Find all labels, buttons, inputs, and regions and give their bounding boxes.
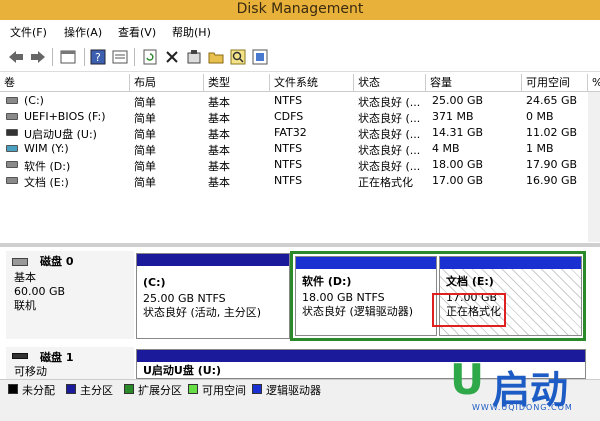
legend-swatch-extended <box>124 384 134 394</box>
disk-icon <box>12 258 28 266</box>
logo-url: WWW.UQIDONG.COM <box>472 403 573 412</box>
disk-0-label[interactable]: 磁盘 0 基本 60.00 GB 联机 <box>6 251 134 339</box>
menu-file[interactable]: 文件(F) <box>10 24 47 40</box>
column-status[interactable]: 状态 <box>354 74 426 92</box>
column-volume[interactable]: 卷 <box>0 74 130 92</box>
drive-icon <box>6 161 18 168</box>
drive-icon <box>6 97 18 104</box>
column-filesystem[interactable]: 文件系统 <box>270 74 354 92</box>
table-row[interactable]: (C:) 简单 基本 NTFS 状态良好 (... 25.00 GB 24.65… <box>0 93 600 109</box>
legend-unallocated: 未分配 <box>22 384 55 397</box>
legend-primary: 主分区 <box>80 384 113 397</box>
legend-swatch-unallocated <box>8 384 18 394</box>
highlight-box <box>432 293 506 327</box>
back-arrow-icon[interactable] <box>6 47 26 67</box>
properties-icon[interactable] <box>110 47 130 67</box>
partition-c[interactable]: (C:) 25.00 GB NTFS 状态良好 (活动, 主分区) <box>136 253 290 339</box>
cd-drive-icon <box>6 113 18 120</box>
column-capacity[interactable]: 容量 <box>426 74 522 92</box>
disk-0-name: 磁盘 0 <box>40 255 74 268</box>
legend-logical: 逻辑驱动器 <box>266 384 321 397</box>
disk-1-name: 磁盘 1 <box>40 351 74 364</box>
table-row[interactable]: WIM (Y:) 简单 基本 NTFS 状态良好 (... 4 MB 1 MB … <box>0 141 600 157</box>
menu-help[interactable]: 帮助(H) <box>172 24 211 40</box>
menu-action[interactable]: 操作(A) <box>64 24 102 40</box>
export-icon[interactable] <box>250 47 270 67</box>
toolbar: ? <box>0 42 600 72</box>
disk-1-label[interactable]: 磁盘 1 可移动 <box>6 347 134 379</box>
legend-extended: 扩展分区 <box>138 384 182 397</box>
disk-0-type: 基本 <box>14 271 36 284</box>
open-icon[interactable] <box>206 47 226 67</box>
menu-bar: 文件(F) 操作(A) 查看(V) 帮助(H) <box>0 20 600 42</box>
column-layout[interactable]: 布局 <box>130 74 204 92</box>
partition-d[interactable]: 软件 (D:) 18.00 GB NTFS 状态良好 (逻辑驱动器) <box>295 256 437 336</box>
delete-icon[interactable] <box>162 47 182 67</box>
column-free-space[interactable]: 可用空间 <box>522 74 588 92</box>
window-title: Disk Management <box>236 1 364 17</box>
svg-text:?: ? <box>95 51 101 64</box>
disk-0-state: 联机 <box>14 299 36 312</box>
search-icon[interactable] <box>228 47 248 67</box>
volume-list-scrollbar[interactable] <box>588 92 600 242</box>
drive-icon <box>6 145 18 152</box>
help-icon[interactable]: ? <box>88 47 108 67</box>
refresh-icon[interactable] <box>140 47 160 67</box>
volume-list: (C:) 简单 基本 NTFS 状态良好 (... 25.00 GB 24.65… <box>0 92 600 242</box>
legend-free: 可用空间 <box>202 384 246 397</box>
wizard-icon[interactable] <box>184 47 204 67</box>
column-percent[interactable]: % <box>588 74 600 92</box>
watermark-logo: U 启动 WWW.UQIDONG.COM <box>450 355 600 421</box>
title-bar: Disk Management <box>0 0 600 20</box>
forward-arrow-icon[interactable] <box>28 47 48 67</box>
removable-disk-icon <box>12 353 28 359</box>
console-icon[interactable] <box>58 47 78 67</box>
legend-swatch-free <box>188 384 198 394</box>
disk-1-type: 可移动 <box>14 365 47 378</box>
drive-icon <box>6 177 18 184</box>
menu-view[interactable]: 查看(V) <box>118 24 156 40</box>
table-row[interactable]: U启动U盘 (U:) 简单 基本 FAT32 状态良好 (... 14.31 G… <box>0 125 600 141</box>
volume-list-header: 卷 布局 类型 文件系统 状态 容量 可用空间 % <box>0 74 600 92</box>
logo-letter: U <box>450 355 485 404</box>
table-row[interactable]: UEFI+BIOS (F:) 简单 基本 CDFS 状态良好 (... 371 … <box>0 109 600 125</box>
legend-swatch-primary <box>66 384 76 394</box>
usb-drive-icon <box>6 129 18 136</box>
legend-swatch-logical <box>252 384 262 394</box>
disk-0-size: 60.00 GB <box>14 285 66 298</box>
table-row[interactable]: 文档 (E:) 简单 基本 NTFS 正在格式化 17.00 GB 16.90 … <box>0 173 600 189</box>
table-row[interactable]: 软件 (D:) 简单 基本 NTFS 状态良好 (... 18.00 GB 17… <box>0 157 600 173</box>
column-type[interactable]: 类型 <box>204 74 270 92</box>
